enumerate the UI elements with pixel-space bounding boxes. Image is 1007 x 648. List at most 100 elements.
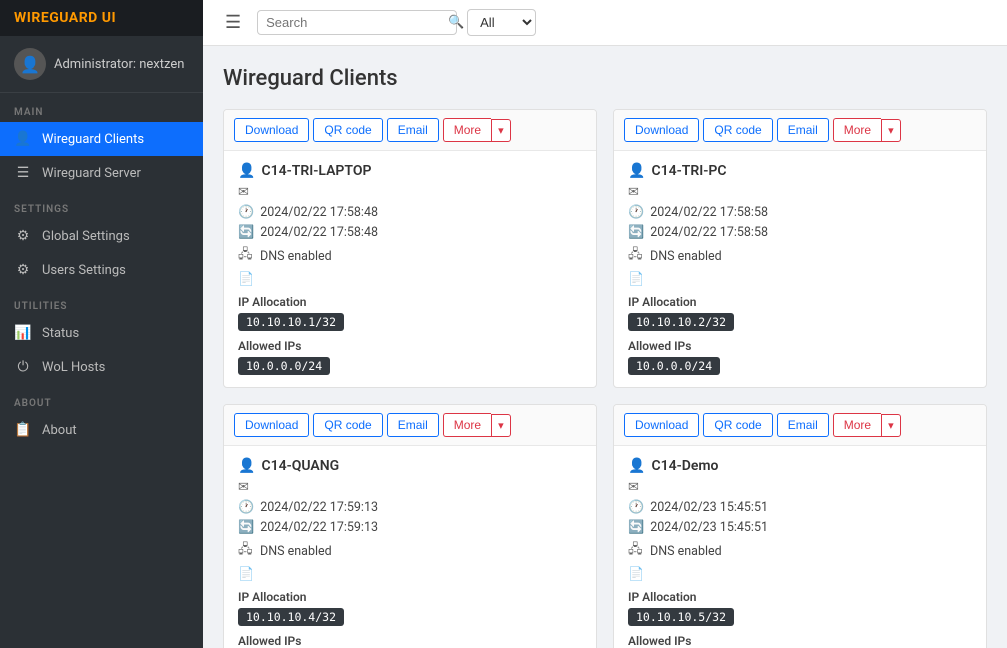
email-button-0[interactable]: Email	[387, 118, 439, 142]
allowed-ips-badge-0: 10.0.0.0/24	[238, 357, 330, 375]
client-dns-row-0: 🖧 DNS enabled	[238, 245, 582, 267]
email-icon-2: ✉	[238, 480, 254, 495]
email-button-2[interactable]: Email	[387, 413, 439, 437]
dns-icon-2: 🖧	[238, 540, 254, 562]
user-icon-1: 👤	[628, 163, 645, 179]
more-split-3: More ▾	[833, 413, 901, 437]
search-icon: 🔍	[448, 15, 464, 30]
more-caret-0[interactable]: ▾	[491, 119, 511, 142]
download-button-3[interactable]: Download	[624, 413, 699, 437]
card-toolbar-3: Download QR code Email More ▾	[614, 405, 986, 446]
client-file-row-2: 📄	[238, 567, 582, 582]
allowed-ips-label-2: Allowed IPs	[238, 634, 582, 648]
section-main-label: MAIN	[0, 93, 203, 122]
card-body-0: 👤 C14-TRI-LAPTOP ✉ 🕐 2024/02/22 17:58:48…	[224, 151, 596, 387]
qr-code-button-1[interactable]: QR code	[703, 118, 772, 142]
qr-code-button-2[interactable]: QR code	[313, 413, 382, 437]
info-icon: 📋	[14, 422, 32, 438]
clock-icon-2: 🕐	[238, 500, 254, 515]
client-updated-row-3: 🔄 2024/02/23 15:45:51	[628, 520, 972, 535]
email-button-1[interactable]: Email	[777, 118, 829, 142]
client-updated-row-2: 🔄 2024/02/22 17:59:13	[238, 520, 582, 535]
client-card-3: Download QR code Email More ▾ 👤 C14-Demo…	[613, 404, 987, 648]
allowed-ips-label-0: Allowed IPs	[238, 339, 582, 353]
section-about-label: ABOUT	[0, 384, 203, 413]
more-split-0: More ▾	[443, 118, 511, 142]
card-toolbar-2: Download QR code Email More ▾	[224, 405, 596, 446]
email-button-3[interactable]: Email	[777, 413, 829, 437]
sidebar-item-wireguard-clients[interactable]: 👤 Wireguard Clients	[0, 122, 203, 156]
file-icon-0: 📄	[238, 272, 254, 287]
dns-icon-1: 🖧	[628, 245, 644, 267]
ip-allocation-badge-2: 10.10.10.4/32	[238, 608, 344, 626]
ip-allocation-badge-3: 10.10.10.5/32	[628, 608, 734, 626]
topbar: ☰ 🔍 All	[203, 0, 1007, 46]
client-name-3: 👤 C14-Demo	[628, 458, 972, 474]
client-email-row-1: ✉	[628, 185, 972, 200]
allowed-ips-label-3: Allowed IPs	[628, 634, 972, 648]
avatar: 👤	[14, 48, 46, 80]
more-caret-3[interactable]: ▾	[881, 414, 901, 437]
sidebar-item-label: WoL Hosts	[42, 360, 105, 375]
dns-icon-3: 🖧	[628, 540, 644, 562]
sidebar-item-wireguard-server[interactable]: ☰ Wireguard Server	[0, 156, 203, 190]
download-button-1[interactable]: Download	[624, 118, 699, 142]
sidebar-item-label: Wireguard Clients	[42, 132, 144, 147]
refresh-icon-3: 🔄	[628, 520, 644, 535]
sidebar-item-status[interactable]: 📊 Status	[0, 316, 203, 350]
brand-logo: WIREGUARD UI	[0, 0, 203, 36]
qr-code-button-0[interactable]: QR code	[313, 118, 382, 142]
user-info: 👤 Administrator: nextzen	[0, 36, 203, 93]
sidebar-item-global-settings[interactable]: ⚙ Global Settings	[0, 219, 203, 253]
more-button-3[interactable]: More	[833, 413, 881, 437]
more-button-2[interactable]: More	[443, 413, 491, 437]
more-caret-1[interactable]: ▾	[881, 119, 901, 142]
page-title: Wireguard Clients	[223, 66, 987, 91]
client-dns-row-3: 🖧 DNS enabled	[628, 540, 972, 562]
section-utilities-label: UTILITIES	[0, 287, 203, 316]
download-button-0[interactable]: Download	[234, 118, 309, 142]
client-updated-row-0: 🔄 2024/02/22 17:58:48	[238, 225, 582, 240]
sidebar-item-about[interactable]: 📋 About	[0, 413, 203, 447]
allowed-ips-badge-1: 10.0.0.0/24	[628, 357, 720, 375]
gear-icon: ⚙	[14, 228, 32, 244]
clock-icon-3: 🕐	[628, 500, 644, 515]
client-file-row-0: 📄	[238, 272, 582, 287]
clock-icon-1: 🕐	[628, 205, 644, 220]
chart-icon: 📊	[14, 325, 32, 341]
client-file-row-3: 📄	[628, 567, 972, 582]
sidebar-item-label: About	[42, 423, 77, 438]
client-card-0: Download QR code Email More ▾ 👤 C14-TRI-…	[223, 109, 597, 388]
client-email-row-2: ✉	[238, 480, 582, 495]
ip-alloc-label-1: IP Allocation	[628, 295, 972, 309]
users-icon: 👤	[14, 131, 32, 147]
sidebar: WIREGUARD UI 👤 Administrator: nextzen MA…	[0, 0, 203, 648]
client-created-row-1: 🕐 2024/02/22 17:58:58	[628, 205, 972, 220]
qr-code-button-3[interactable]: QR code	[703, 413, 772, 437]
refresh-icon-0: 🔄	[238, 225, 254, 240]
sidebar-item-wol-hosts[interactable]: ⏻ WoL Hosts	[0, 350, 203, 384]
file-icon-3: 📄	[628, 567, 644, 582]
client-file-row-1: 📄	[628, 272, 972, 287]
hamburger-button[interactable]: ☰	[219, 10, 247, 35]
user-label: Administrator: nextzen	[54, 57, 184, 72]
search-box: 🔍	[257, 10, 457, 35]
gear-icon-2: ⚙	[14, 262, 32, 278]
main-area: ☰ 🔍 All Wireguard Clients Download QR co…	[203, 0, 1007, 648]
file-icon-2: 📄	[238, 567, 254, 582]
ip-allocation-badge-1: 10.10.10.2/32	[628, 313, 734, 331]
client-updated-row-1: 🔄 2024/02/22 17:58:58	[628, 225, 972, 240]
user-icon-2: 👤	[238, 458, 255, 474]
ip-allocation-badge-0: 10.10.10.1/32	[238, 313, 344, 331]
search-input[interactable]	[266, 15, 442, 30]
more-caret-2[interactable]: ▾	[491, 414, 511, 437]
more-button-0[interactable]: More	[443, 118, 491, 142]
sidebar-item-label: Wireguard Server	[42, 166, 141, 181]
clients-grid: Download QR code Email More ▾ 👤 C14-TRI-…	[223, 109, 987, 648]
download-button-2[interactable]: Download	[234, 413, 309, 437]
more-button-1[interactable]: More	[833, 118, 881, 142]
filter-select[interactable]: All	[467, 9, 536, 36]
user-icon-3: 👤	[628, 458, 645, 474]
sidebar-item-users-settings[interactable]: ⚙ Users Settings	[0, 253, 203, 287]
dns-icon-0: 🖧	[238, 245, 254, 267]
